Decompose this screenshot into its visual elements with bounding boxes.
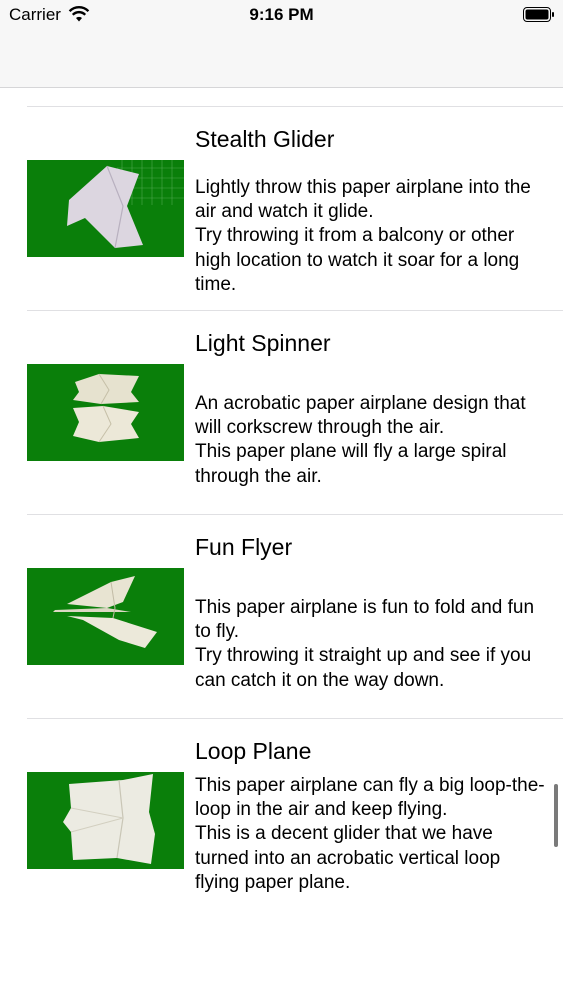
item-description: This paper airplane can fly a big loop-t…: [195, 775, 545, 893]
airplane-thumbnail: [27, 364, 184, 461]
item-description: An acrobatic paper airplane design that …: [195, 393, 526, 487]
item-description: Lightly throw this paper airplane into t…: [195, 177, 531, 295]
airplane-thumbnail: [27, 568, 184, 665]
scroll-indicator[interactable]: [554, 784, 558, 847]
list-item[interactable]: Loop Plane This paper airplane can fly a…: [0, 719, 563, 906]
airplane-thumbnail: [27, 160, 184, 257]
item-title: Light Spinner: [195, 330, 331, 356]
bottom-area: [0, 906, 563, 1000]
item-description: This paper airplane is fun to fold and f…: [195, 597, 535, 691]
airplane-thumbnail: [27, 772, 184, 869]
list-item[interactable]: Light Spinner An acrobatic paper airplan…: [0, 311, 563, 515]
item-title: Fun Flyer: [195, 534, 293, 560]
list-item[interactable]: Fun Flyer This paper airplane is fun to …: [0, 515, 563, 719]
status-time: 9:16 PM: [249, 5, 314, 24]
item-title: Stealth Glider: [195, 126, 335, 152]
list-item[interactable]: Stealth Glider Lightly throw this paper …: [0, 107, 563, 311]
battery-icon: [523, 7, 554, 22]
airplane-list[interactable]: Stealth Glider Lightly throw this paper …: [0, 88, 563, 906]
navigation-bar: [0, 30, 563, 88]
item-title: Loop Plane: [195, 738, 312, 764]
status-bar: Carrier 9:16 PM: [0, 0, 563, 30]
